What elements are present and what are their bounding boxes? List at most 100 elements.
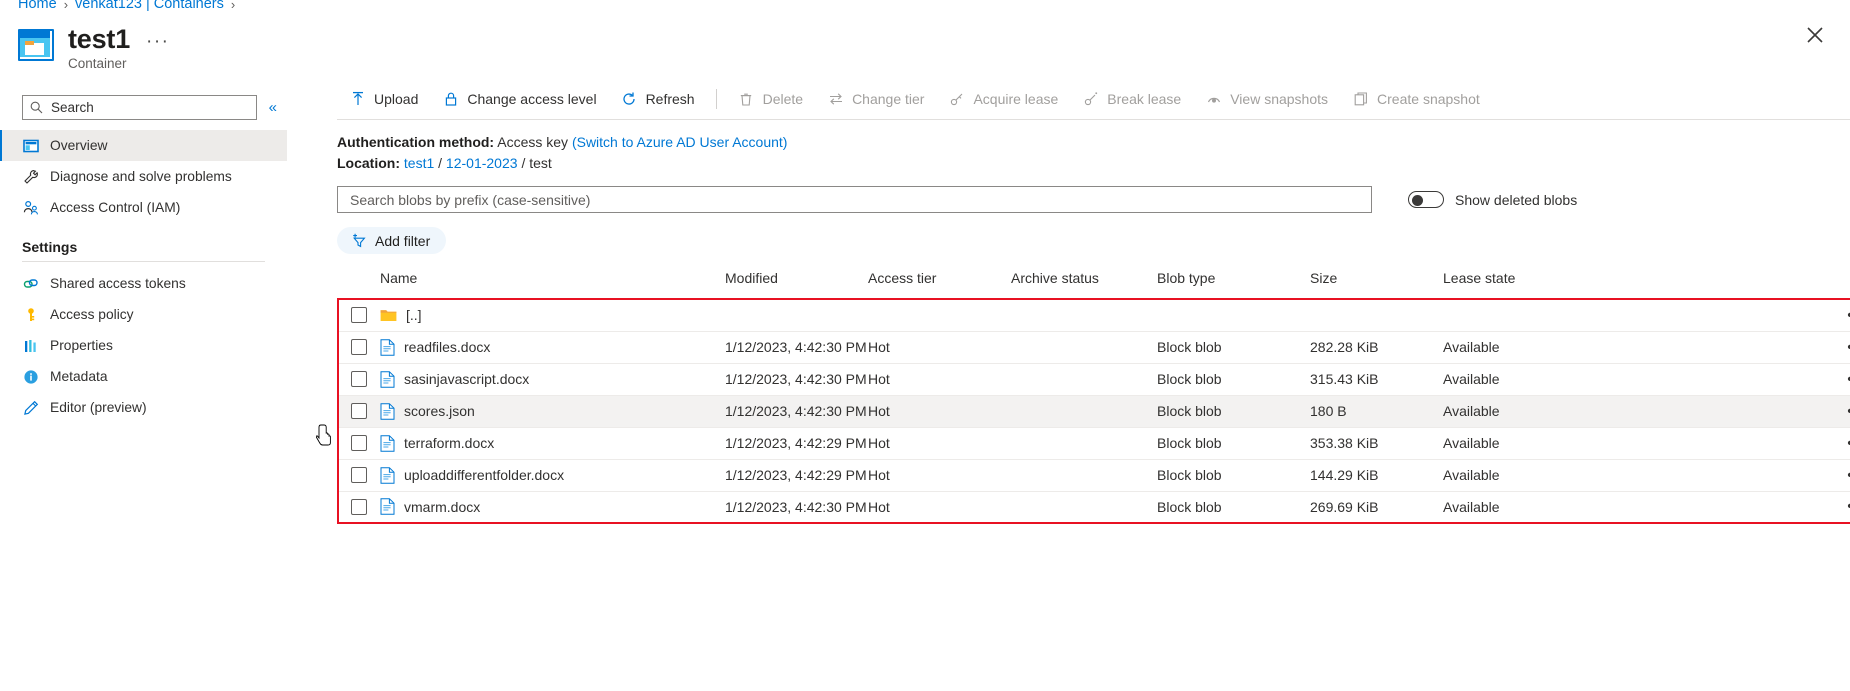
- delete-button: Delete: [726, 86, 815, 111]
- select-all-header: [338, 270, 380, 299]
- page-title: test1: [68, 24, 131, 54]
- row-name-label[interactable]: vmarm.docx: [404, 499, 480, 515]
- snapshot-view-icon: [1205, 90, 1222, 107]
- row-archive-status: [1011, 394, 1157, 427]
- row-checkbox-cell[interactable]: [338, 362, 380, 395]
- switch-to-azure-ad-link[interactable]: (Switch to Azure AD User Account): [572, 134, 788, 150]
- sidebar-item-metadata[interactable]: Metadata: [0, 361, 287, 392]
- table-row[interactable]: uploaddifferentfolder.docx 1/12/2023, 4:4…: [338, 458, 1850, 491]
- row-name-label[interactable]: readfiles.docx: [404, 339, 490, 355]
- main-panel: Upload Change access level Refresh Delet…: [287, 78, 1850, 524]
- column-header-name[interactable]: Name: [380, 270, 725, 299]
- sidebar-item-access-policy[interactable]: Access policy: [0, 299, 287, 330]
- lease-icon: [948, 90, 965, 107]
- close-icon[interactable]: [1804, 24, 1826, 46]
- table-row[interactable]: scores.json 1/12/2023, 4:42:30 PM Hot Block…: [338, 394, 1850, 427]
- location-crumb-date[interactable]: 12-01-2023: [446, 155, 518, 171]
- table-row[interactable]: [..] •••: [338, 299, 1850, 331]
- column-header-size[interactable]: Size: [1310, 270, 1443, 299]
- sidebar-item-label: Overview: [50, 138, 108, 153]
- toolbar-button-label: View snapshots: [1230, 90, 1329, 107]
- refresh-button[interactable]: Refresh: [609, 86, 707, 111]
- info-icon: [22, 368, 39, 385]
- row-checkbox[interactable]: [351, 435, 367, 451]
- row-checkbox-cell[interactable]: [338, 299, 380, 331]
- search-input[interactable]: [49, 96, 256, 119]
- row-checkbox-cell[interactable]: [338, 490, 380, 523]
- row-name-cell[interactable]: [..]: [380, 299, 725, 331]
- row-actions-cell[interactable]: •••: [1603, 299, 1850, 331]
- row-name-cell[interactable]: terraform.docx: [380, 426, 725, 459]
- sidebar-item-shared-access-tokens[interactable]: Shared access tokens: [0, 268, 287, 299]
- column-header-lease-state[interactable]: Lease state: [1443, 270, 1603, 299]
- row-actions-cell[interactable]: •••: [1603, 362, 1850, 395]
- row-access-tier: Hot: [868, 394, 1011, 427]
- search-box[interactable]: [22, 95, 257, 120]
- row-checkbox-cell[interactable]: [338, 458, 380, 491]
- breadcrumb-item-containers[interactable]: venkat123 | Containers: [75, 0, 224, 12]
- row-name-label[interactable]: sasinjavascript.docx: [404, 371, 529, 387]
- row-checkbox[interactable]: [351, 498, 367, 515]
- table-row[interactable]: vmarm.docx 1/12/2023, 4:42:30 PM Hot Block …: [338, 490, 1850, 523]
- row-access-tier: Hot: [868, 330, 1011, 363]
- row-blob-type: Block blob: [1157, 426, 1310, 459]
- sidebar-item-diagnose[interactable]: Diagnose and solve problems: [0, 161, 287, 192]
- row-name-label[interactable]: uploaddifferentfolder.docx: [404, 467, 564, 483]
- column-header-blob-type[interactable]: Blob type: [1157, 270, 1310, 299]
- blob-search-box[interactable]: [337, 186, 1372, 213]
- row-name-cell[interactable]: sasinjavascript.docx: [380, 362, 725, 395]
- row-checkbox[interactable]: [351, 339, 367, 355]
- row-actions-cell[interactable]: •••: [1603, 490, 1850, 523]
- sidebar-item-label: Access policy: [50, 307, 134, 322]
- row-checkbox-cell[interactable]: [338, 330, 380, 363]
- row-actions-cell[interactable]: •••: [1603, 394, 1850, 427]
- more-options-button[interactable]: ···: [146, 31, 169, 53]
- sidebar-item-properties[interactable]: Properties: [0, 330, 287, 361]
- change-access-level-button[interactable]: Change access level: [430, 86, 608, 111]
- table-row[interactable]: terraform.docx 1/12/2023, 4:42:29 PM Hot Bl…: [338, 426, 1850, 459]
- table-row[interactable]: readfiles.docx 1/12/2023, 4:42:30 PM Hot Bl…: [338, 330, 1850, 363]
- breadcrumb: Home › venkat123 | Containers ›: [18, 0, 235, 12]
- row-actions-cell[interactable]: •••: [1603, 426, 1850, 459]
- add-filter-row: Add filter: [287, 213, 1850, 254]
- row-name-label[interactable]: terraform.docx: [404, 435, 494, 451]
- row-name-cell[interactable]: uploaddifferentfolder.docx: [380, 458, 725, 491]
- row-actions-cell[interactable]: •••: [1603, 458, 1850, 491]
- sidebar-item-overview[interactable]: Overview: [0, 130, 287, 161]
- column-header-modified[interactable]: Modified: [725, 270, 868, 299]
- row-checkbox[interactable]: [351, 403, 367, 419]
- bars-icon: [22, 337, 39, 354]
- column-header-archive-status[interactable]: Archive status: [1011, 270, 1157, 299]
- table-row[interactable]: sasinjavascript.docx 1/12/2023, 4:42:30 P…: [338, 362, 1850, 395]
- show-deleted-blobs-toggle[interactable]: [1408, 191, 1444, 208]
- search-icon: [30, 101, 43, 114]
- sidebar-item-access-control[interactable]: Access Control (IAM): [0, 192, 287, 223]
- break-lease-icon: [1082, 90, 1099, 107]
- collapse-sidebar-button[interactable]: «: [269, 100, 277, 115]
- blob-search-input[interactable]: [348, 187, 1361, 212]
- people-icon: [22, 199, 39, 216]
- row-checkbox[interactable]: [351, 307, 367, 324]
- row-checkbox-cell[interactable]: [338, 426, 380, 459]
- upload-button[interactable]: Upload: [337, 86, 430, 111]
- file-icon: [380, 402, 395, 420]
- row-actions-cell[interactable]: •••: [1603, 330, 1850, 363]
- row-checkbox[interactable]: [351, 371, 367, 387]
- row-name-cell[interactable]: readfiles.docx: [380, 330, 725, 363]
- sidebar-item-editor-preview[interactable]: Editor (preview): [0, 392, 287, 423]
- row-modified: 1/12/2023, 4:42:30 PM: [725, 330, 868, 363]
- row-checkbox-cell[interactable]: [338, 394, 380, 427]
- column-header-actions: [1603, 270, 1850, 299]
- location-crumb-test1[interactable]: test1: [404, 155, 434, 171]
- row-size: 315.43 KiB: [1310, 362, 1443, 395]
- row-checkbox[interactable]: [351, 467, 367, 483]
- column-header-access-tier[interactable]: Access tier: [868, 270, 1011, 299]
- breadcrumb-item-home[interactable]: Home: [18, 0, 57, 12]
- row-name-label[interactable]: [..]: [406, 307, 422, 323]
- row-name-cell[interactable]: scores.json: [380, 394, 725, 427]
- add-filter-button[interactable]: Add filter: [337, 227, 447, 254]
- refresh-icon: [621, 90, 638, 107]
- row-name-cell[interactable]: vmarm.docx: [380, 490, 725, 523]
- file-icon: [380, 466, 395, 484]
- row-name-label[interactable]: scores.json: [404, 403, 475, 419]
